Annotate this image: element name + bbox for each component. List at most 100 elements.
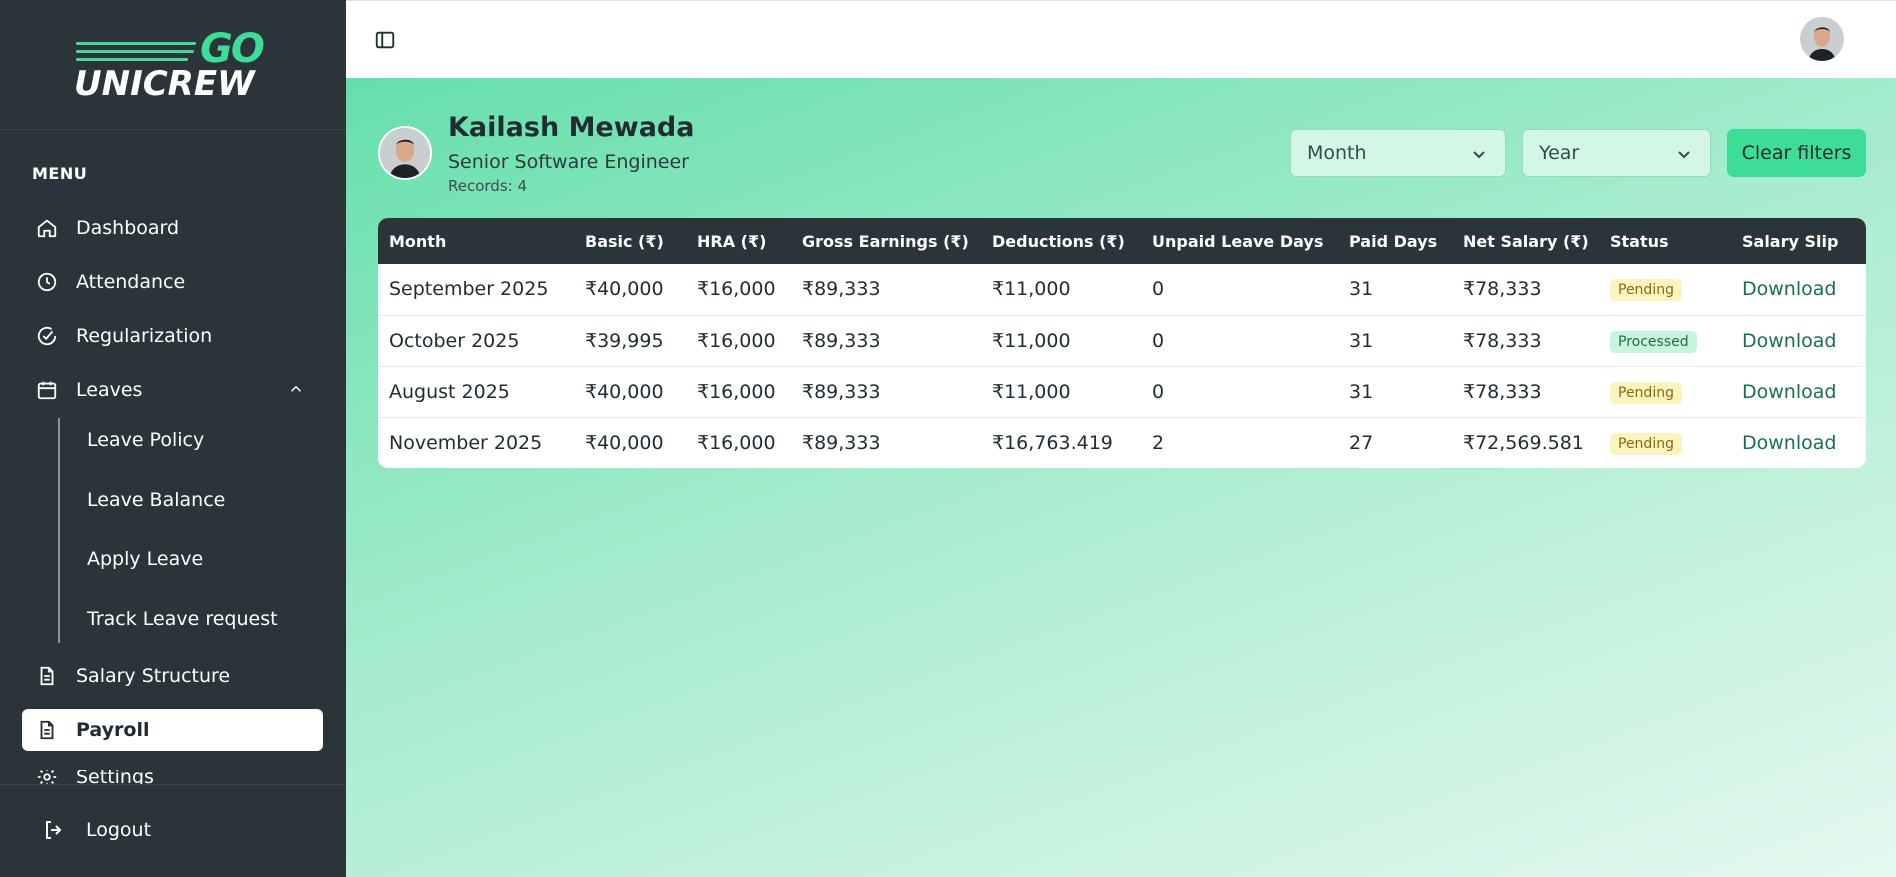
table-row: September 2025 ₹40,000 ₹16,000 ₹89,333 ₹… [378,264,1866,315]
column-header: Basic (₹) [585,231,664,251]
status-badge: Pending [1610,432,1682,455]
status-badge: Pending [1610,279,1682,302]
month-select[interactable]: Month [1290,129,1506,177]
year-select-value: Year [1539,142,1580,164]
sidebar-item-settings[interactable]: Settings [36,770,186,784]
cell-month: September 2025 [389,278,549,301]
sidebar-subitem-leave-policy[interactable]: Leave Policy [87,429,204,451]
sidebar-item-payroll[interactable]: Payroll [22,709,323,751]
topbar [346,0,1896,78]
logout-button[interactable]: Logout [42,818,151,842]
menu-label: MENU [32,164,88,183]
sidebar-item-label: Settings [76,770,154,784]
clock-icon [36,271,58,293]
employee-role: Senior Software Engineer [448,151,689,173]
chevron-down-icon [1471,145,1487,161]
cell-net-salary: ₹72,569.581 [1463,431,1584,454]
download-link[interactable]: Download [1742,330,1836,352]
table-row: October 2025 ₹39,995 ₹16,000 ₹89,333 ₹11… [378,315,1866,366]
cell-paid-days: 31 [1349,329,1374,352]
cell-unpaid-days: 0 [1152,380,1165,403]
sidebar-subitem-leave-balance[interactable]: Leave Balance [87,489,225,511]
cell-unpaid-days: 2 [1152,431,1165,454]
check-circle-icon [36,325,58,347]
status-badge: Pending [1610,381,1682,404]
brand-logo[interactable]: GO UNICREW [74,26,274,104]
document-icon [36,719,58,741]
column-header: Unpaid Leave Days [1152,231,1324,251]
column-header: Gross Earnings (₹) [802,231,969,251]
sidebar-item-label: Leaves [76,379,143,401]
table-row: August 2025 ₹40,000 ₹16,000 ₹89,333 ₹11,… [378,366,1866,417]
sidebar-item-label: Payroll [76,719,150,741]
sidebar-subitem-track-leave[interactable]: Track Leave request [87,608,278,630]
cell-hra: ₹16,000 [697,278,776,301]
column-header: Salary Slip [1742,231,1839,251]
cell-basic: ₹40,000 [585,431,664,454]
cell-basic: ₹40,000 [585,380,664,403]
logout-label: Logout [86,819,152,841]
cell-basic: ₹39,995 [585,329,664,352]
sidebar-subitem-apply-leave[interactable]: Apply Leave [87,548,203,570]
cell-paid-days: 31 [1349,278,1374,301]
cell-paid-days: 27 [1349,431,1374,454]
sidebar-item-salary-structure[interactable]: Salary Structure [22,655,323,697]
cell-hra: ₹16,000 [697,431,776,454]
cell-deductions: ₹11,000 [992,278,1071,301]
cell-month: November 2025 [389,431,543,454]
document-icon [36,665,58,687]
cell-net-salary: ₹78,333 [1463,278,1542,301]
download-link[interactable]: Download [1742,278,1836,300]
year-select[interactable]: Year [1522,129,1711,177]
clear-filters-button[interactable]: Clear filters [1727,129,1866,177]
column-header: Net Salary (₹) [1463,231,1589,251]
sidebar-item-dashboard[interactable]: Dashboard [22,207,323,249]
cell-deductions: ₹16,763.419 [992,431,1113,454]
cell-gross: ₹89,333 [802,278,881,301]
records-count: Records: 4 [448,177,528,195]
sidebar-toggle-icon[interactable] [374,29,396,51]
main-content: Kailash Mewada Senior Software Engineer … [346,78,1896,877]
logo-unicrew-text: UNICREW [74,64,255,104]
payroll-table: Month Basic (₹) HRA (₹) Gross Earnings (… [378,218,1866,468]
cell-month: October 2025 [389,329,520,352]
cell-gross: ₹89,333 [802,431,881,454]
cell-paid-days: 31 [1349,380,1374,403]
cell-hra: ₹16,000 [697,329,776,352]
column-header: HRA (₹) [697,231,767,251]
cell-month: August 2025 [389,380,510,403]
cell-net-salary: ₹78,333 [1463,380,1542,403]
chevron-up-icon[interactable] [287,380,305,403]
cell-basic: ₹40,000 [585,278,664,301]
column-header: Paid Days [1349,231,1438,251]
sidebar-item-label: Dashboard [76,217,180,239]
employee-name: Kailash Mewada [448,112,695,143]
chevron-down-icon [1676,145,1692,161]
cell-hra: ₹16,000 [697,380,776,403]
sidebar-item-label: Attendance [76,271,186,293]
logout-icon [46,821,62,839]
sidebar-item-label: Regularization [76,325,213,347]
table-row: November 2025 ₹40,000 ₹16,000 ₹89,333 ₹1… [378,417,1866,468]
user-avatar[interactable] [1800,17,1844,61]
gear-icon [37,770,57,784]
logo-stripes [76,42,201,66]
home-icon [36,217,58,239]
sidebar-item-label: Salary Structure [76,665,231,687]
cell-deductions: ₹11,000 [992,329,1071,352]
cell-net-salary: ₹78,333 [1463,329,1542,352]
sidebar-item-regularization[interactable]: Regularization [22,315,323,357]
download-link[interactable]: Download [1742,381,1836,403]
column-header: Deductions (₹) [992,231,1125,251]
cell-deductions: ₹11,000 [992,380,1071,403]
month-select-value: Month [1307,142,1367,164]
status-badge: Processed [1610,330,1697,353]
submenu-line [58,418,60,643]
column-header: Month [389,231,447,251]
table-header-row: Month Basic (₹) HRA (₹) Gross Earnings (… [378,218,1866,264]
sidebar-footer: Logout [0,784,346,877]
sidebar-item-attendance[interactable]: Attendance [22,261,323,303]
download-link[interactable]: Download [1742,432,1836,454]
sidebar-item-leaves[interactable]: Leaves [22,369,323,411]
logo-area: GO UNICREW [0,0,346,130]
